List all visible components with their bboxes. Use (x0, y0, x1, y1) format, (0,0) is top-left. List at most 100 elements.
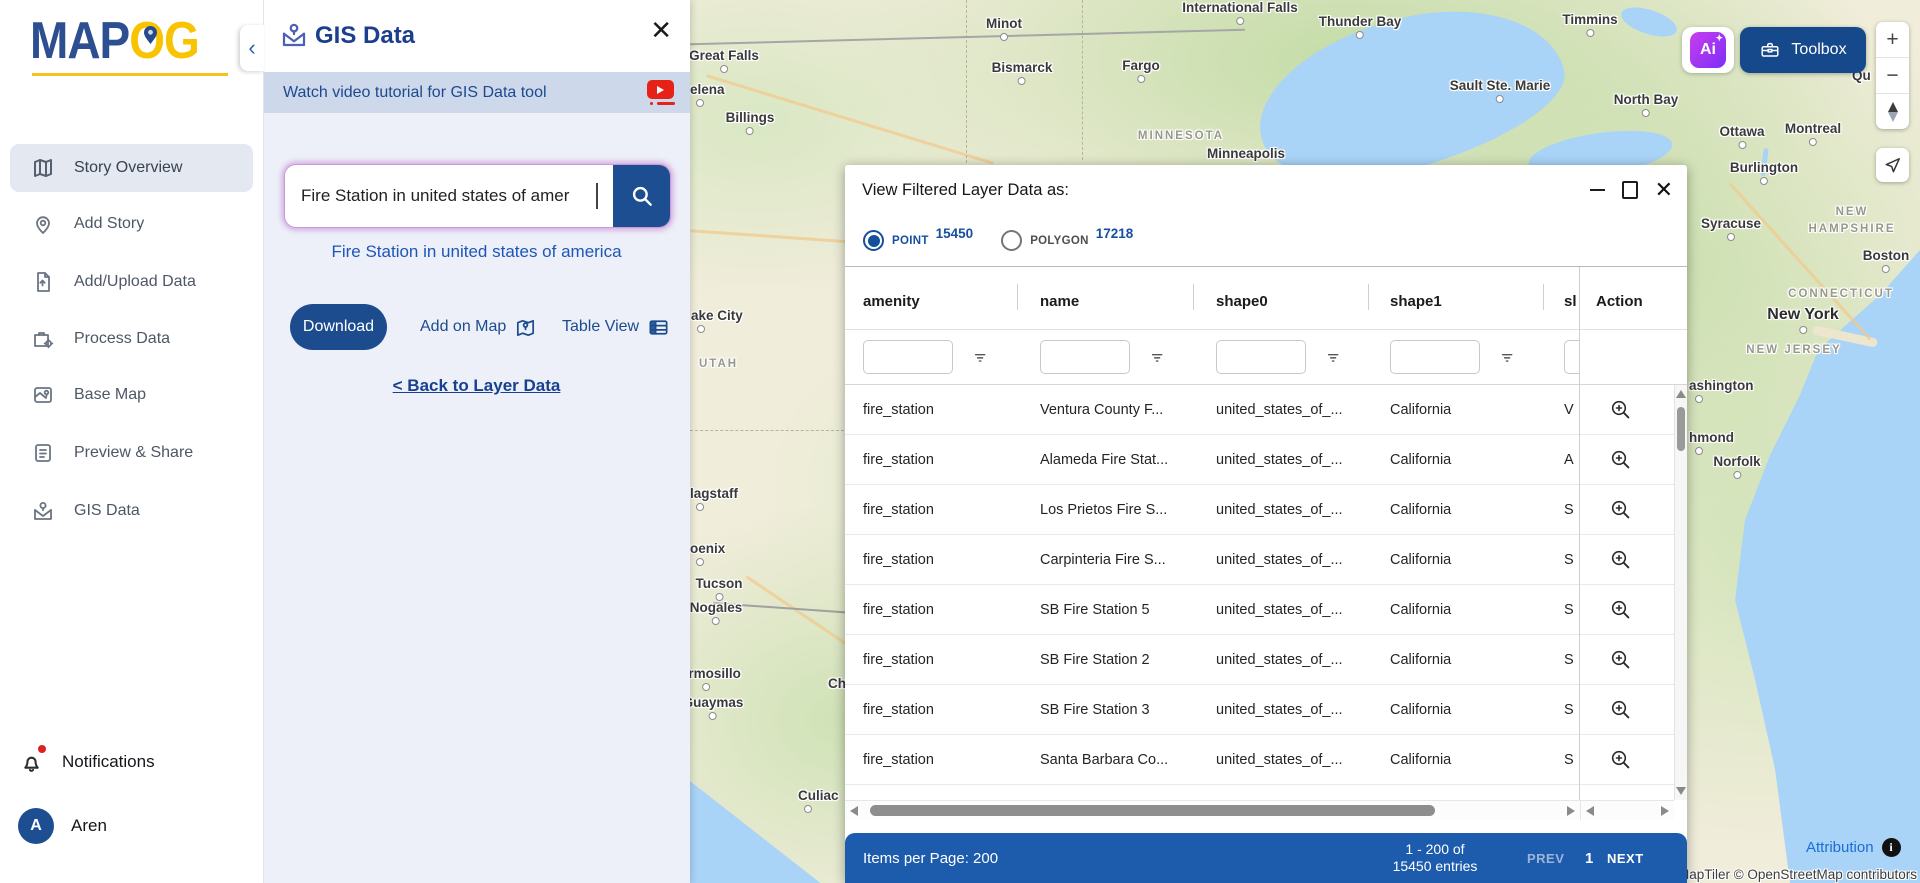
filter-input-shape1[interactable] (1390, 340, 1480, 374)
scroll-left-arrow[interactable] (1586, 806, 1594, 816)
point-radio-label[interactable]: POINT (892, 235, 929, 247)
scroll-left-arrow[interactable] (850, 806, 858, 816)
filter-icon[interactable] (972, 349, 989, 366)
map-label: Montreal (1785, 121, 1841, 146)
point-radio[interactable] (863, 230, 884, 251)
ai-tool-button[interactable]: Ai ✦ (1682, 27, 1734, 73)
close-icon[interactable]: ✕ (1655, 179, 1673, 201)
table-view-button[interactable]: Table View (562, 304, 670, 350)
polygon-radio[interactable] (1001, 230, 1022, 251)
zoom-to-feature-icon[interactable] (1609, 598, 1633, 622)
table-row: fire_station Los Prietos Fire S... unite… (845, 485, 1687, 535)
scroll-up-arrow[interactable] (1676, 390, 1686, 398)
sidebar-item-add-story[interactable]: Add Story (10, 200, 253, 248)
column-header-name[interactable]: name (1022, 293, 1198, 310)
cell-truncated: V (1550, 402, 1579, 418)
info-icon[interactable]: i (1882, 838, 1901, 857)
sidebar-item-story-overview[interactable]: Story Overview (10, 144, 253, 192)
maximize-icon[interactable] (1622, 181, 1638, 199)
cell-truncated: S (1550, 552, 1579, 568)
sidebar-item-label: Base Map (74, 386, 146, 404)
zoom-to-feature-icon[interactable] (1609, 448, 1633, 472)
entries-range: 1 - 200 of 15450 entries (1375, 841, 1495, 876)
zoom-to-feature-icon[interactable] (1609, 698, 1633, 722)
filter-input-amenity[interactable] (863, 340, 953, 374)
add-on-map-button[interactable]: Add on Map (420, 304, 537, 350)
column-header-truncated[interactable]: sl (1550, 293, 1579, 310)
map-label: Billings (726, 110, 775, 135)
cell-truncated: S (1550, 602, 1579, 618)
locate-button[interactable] (1876, 148, 1909, 182)
back-to-layer-data-link[interactable]: < Back to Layer Data (263, 376, 690, 396)
polygon-radio-label[interactable]: POLYGON (1030, 235, 1089, 247)
scroll-right-arrow[interactable] (1661, 806, 1669, 816)
sidebar-item-base-map[interactable]: Base Map (10, 371, 253, 419)
map-region-label: NEW JERSEY (1746, 344, 1841, 356)
scroll-right-arrow[interactable] (1567, 806, 1575, 816)
filter-icon[interactable] (1325, 349, 1342, 366)
sidebar-item-gis-data[interactable]: GIS Data (10, 487, 253, 535)
sidebar-item-process-data[interactable]: Process Data (10, 315, 253, 363)
filter-icon[interactable] (1499, 349, 1516, 366)
sidebar-item-add-upload-data[interactable]: Add/Upload Data (10, 258, 253, 306)
search-icon (629, 183, 655, 209)
cell-shape0: united_states_of_... (1198, 452, 1372, 468)
notifications-label: Notifications (62, 752, 155, 772)
logo-underline (32, 73, 228, 76)
scroll-down-arrow[interactable] (1676, 787, 1686, 795)
window-controls: ✕ (1590, 179, 1673, 201)
filter-input-shape0[interactable] (1216, 340, 1306, 374)
panel-collapse-button[interactable]: ‹ (240, 25, 264, 71)
map-label: Minot (986, 16, 1022, 41)
zoom-in-button[interactable]: + (1876, 22, 1909, 57)
filter-icon[interactable] (1149, 349, 1166, 366)
current-page-button[interactable]: 1 (1585, 850, 1593, 867)
video-tutorial-banner[interactable]: Watch video tutorial for GIS Data tool (263, 72, 690, 113)
vertical-scrollbar[interactable] (1674, 385, 1687, 800)
minimize-icon[interactable] (1590, 189, 1605, 191)
horizontal-scroll-thumb[interactable] (870, 805, 1435, 816)
search-button[interactable] (613, 165, 670, 227)
filter-input-name[interactable] (1040, 340, 1130, 374)
zoom-to-feature-icon[interactable] (1609, 498, 1633, 522)
close-icon[interactable]: ✕ (650, 17, 672, 43)
vertical-scroll-thumb[interactable] (1677, 407, 1685, 451)
panel-header: GIS Data ✕ (263, 0, 690, 72)
next-page-button[interactable]: NEXT (1607, 851, 1644, 866)
table-view-label: Table View (562, 318, 639, 336)
action-horizontal-scrollbar[interactable] (1580, 800, 1674, 820)
app-logo[interactable]: MAPOG (30, 10, 235, 80)
search-input[interactable] (285, 165, 613, 227)
map-label: Boston (1863, 248, 1910, 273)
cell-shape0: united_states_of_... (1198, 402, 1372, 418)
search-suggestion-link[interactable]: Fire Station in united states of america (263, 242, 690, 262)
toolbox-label: Toolbox (1791, 41, 1846, 59)
toolbox-button[interactable]: Toolbox (1740, 27, 1866, 73)
map-label: Tucson (696, 576, 743, 601)
avatar: A (18, 808, 54, 844)
column-header-shape1[interactable]: shape1 (1372, 293, 1550, 310)
zoom-to-feature-icon[interactable] (1609, 648, 1633, 672)
column-header-shape0[interactable]: shape0 (1198, 293, 1372, 310)
attribution-link[interactable]: Attribution i (1806, 838, 1901, 857)
point-count: 15450 (936, 226, 974, 241)
navigate-arrow-icon (1883, 155, 1903, 175)
filter-input-truncated[interactable] (1564, 340, 1579, 374)
zoom-out-button[interactable]: − (1876, 57, 1909, 93)
cell-amenity: fire_station (845, 602, 1022, 618)
column-header-amenity[interactable]: amenity (845, 293, 1022, 310)
country-border (690, 29, 1245, 46)
notifications-button[interactable]: Notifications (18, 748, 155, 775)
process-gear-icon (31, 327, 55, 351)
map-label: North Bay (1614, 92, 1679, 117)
polygon-count: 17218 (1096, 226, 1134, 241)
download-button[interactable]: Download (290, 304, 387, 350)
zoom-to-feature-icon[interactable] (1609, 748, 1633, 772)
horizontal-scrollbar[interactable] (845, 800, 1580, 820)
zoom-to-feature-icon[interactable] (1609, 398, 1633, 422)
zoom-to-feature-icon[interactable] (1609, 548, 1633, 572)
prev-page-button[interactable]: PREV (1527, 851, 1564, 866)
compass-button[interactable] (1876, 93, 1909, 129)
user-account-button[interactable]: A Aren (18, 808, 107, 844)
sidebar-item-preview-share[interactable]: Preview & Share (10, 429, 253, 477)
